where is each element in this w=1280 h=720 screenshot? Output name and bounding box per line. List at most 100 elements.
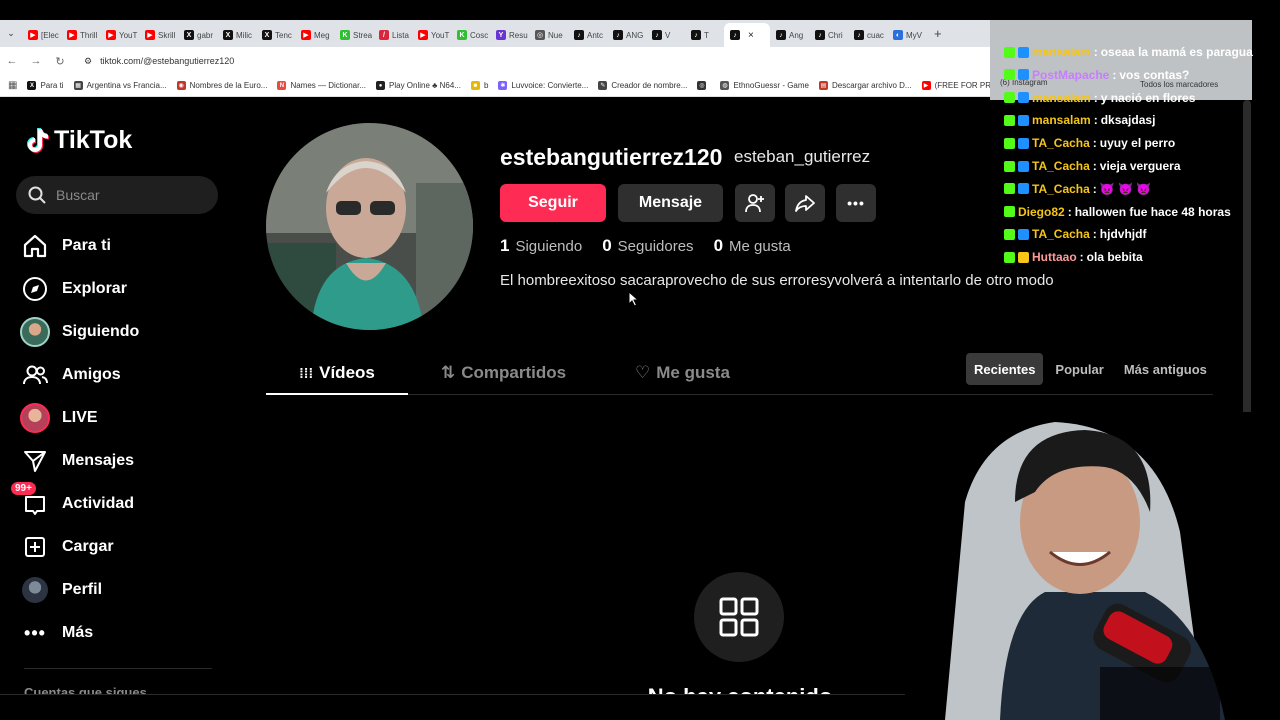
tab-title: Skrill	[158, 30, 176, 40]
browser-tab[interactable]: ▶ Meg	[295, 23, 334, 47]
chat-message: mansalam: oseaa la mamá es paragua	[1004, 42, 1253, 62]
browser-tab[interactable]: ◐ MyV	[887, 23, 926, 47]
tab-title: V	[665, 30, 671, 40]
sidebar-item-siguiendo[interactable]: Siguiendo	[20, 314, 139, 350]
tab-title: Tenc	[275, 30, 292, 40]
browser-tab[interactable]: X Milic	[217, 23, 256, 47]
tab-strip: ▶ [Elec ▶ Thrill ▶ YouT ▶ Skrill Xgabr X Milic X Ten…	[22, 20, 926, 47]
tab-videos[interactable]: ⁞⁞⁞ Vídeos	[266, 352, 408, 395]
browser-tab[interactable]: ♪ ×	[724, 23, 770, 47]
sidebar-item-explorar[interactable]: Explorar	[20, 271, 127, 307]
bookmark-item[interactable]: ▶(FREE FOR PROFIT)	[921, 81, 990, 90]
sort-recent-button[interactable]: Recientes	[966, 353, 1044, 385]
browser-tab[interactable]: ♪ T	[685, 23, 724, 47]
kick-badge-icon	[1004, 46, 1015, 58]
bookmark-item[interactable]: ✎ Creador de nombre...	[598, 81, 687, 90]
tiktok-logo[interactable]: TikTok	[24, 126, 132, 155]
browser-tab[interactable]: ♪ Ang	[770, 23, 809, 47]
chat-separator: :	[1079, 250, 1084, 265]
browser-tab[interactable]: ▶ Skrill	[139, 23, 178, 47]
chat-separator: :	[1093, 113, 1098, 128]
search-input[interactable]: Buscar	[16, 176, 218, 214]
bookmark-favicon-icon: ◉	[176, 81, 186, 90]
subscriber-badge-icon	[1018, 137, 1029, 149]
subscriber-badge-icon	[1018, 114, 1029, 126]
bookmark-item[interactable]: ● Play Online ♣ N64...	[376, 81, 461, 90]
sidebar-item-live[interactable]: LIVE	[20, 400, 98, 436]
sidebar-item-amigos[interactable]: Amigos	[20, 357, 121, 393]
bookmark-item[interactable]: ◉ Nombres de la Euro...	[176, 81, 267, 90]
tab-reposts[interactable]: ⇅ Compartidos	[441, 352, 566, 394]
browser-tab[interactable]: ♪ Antc	[568, 23, 607, 47]
chat-text: hallowen fue hace 48 horas	[1074, 204, 1231, 219]
tab-title: Strea	[353, 30, 373, 40]
address-bar[interactable]: ⚙ tiktok.com/@estebangutierrez120	[78, 51, 978, 71]
sidebar-item-para-ti[interactable]: Para ti	[20, 228, 111, 264]
site-info-icon[interactable]: ⚙	[84, 56, 92, 67]
browser-tab[interactable]: ♪ ANG	[607, 23, 646, 47]
sort-popular-button[interactable]: Popular	[1047, 353, 1111, 385]
sidebar-item-mensajes[interactable]: Mensajes	[20, 443, 134, 479]
chat-text: oseaa la mamá es paragua	[1100, 45, 1253, 59]
tab-liked[interactable]: ♡ Me gusta	[635, 352, 730, 394]
followers-stat[interactable]: 0 Seguidores	[602, 236, 693, 256]
sidebar-item-cargar[interactable]: Cargar	[20, 529, 114, 565]
bookmark-favicon-icon: X	[27, 81, 37, 90]
tab-favicon-icon: ▶	[67, 30, 77, 40]
browser-tab[interactable]: ▶ YouT	[412, 23, 451, 47]
browser-tab[interactable]: Y Resu	[490, 23, 529, 47]
chat-message: TA_Cacha: vieja verguera	[1004, 156, 1181, 176]
more-options-button[interactable]: •••	[836, 184, 876, 222]
bookmark-item[interactable]: ☻ b	[470, 81, 488, 90]
share-button[interactable]	[785, 184, 825, 222]
browser-tab[interactable]: ◎ Nue	[529, 23, 568, 47]
reload-icon[interactable]: ↻	[48, 55, 72, 68]
bookmark-item[interactable]: ◍ EthnoGuessr - Game	[720, 81, 809, 90]
browser-tab[interactable]: ▶ Thrill	[61, 23, 100, 47]
browser-tab[interactable]: Xgabr	[178, 23, 217, 47]
sidebar-item-mas[interactable]: ••• Más	[20, 615, 93, 651]
bookmark-item[interactable]: ◎	[697, 81, 710, 90]
tab-favicon-icon: ♪	[574, 30, 584, 40]
browser-tab[interactable]: X Tenc	[256, 23, 295, 47]
browser-tab[interactable]: K Cosc	[451, 23, 490, 47]
forward-icon[interactable]: →	[24, 55, 48, 67]
profile-avatar[interactable]	[266, 123, 473, 330]
close-tab-icon[interactable]: ×	[748, 30, 754, 41]
apps-grid-icon[interactable]: ▦	[8, 80, 17, 91]
browser-tab[interactable]: / Lista	[373, 23, 412, 47]
tab-favicon-icon: X	[184, 30, 194, 40]
kick-badge-icon	[1004, 183, 1015, 195]
browser-tab[interactable]: ▶ [Elec	[22, 23, 61, 47]
following-stat[interactable]: 1 Siguiendo	[500, 236, 582, 256]
bookmark-item[interactable]: X Para ti	[27, 81, 64, 90]
sidebar-item-perfil[interactable]: Perfil	[20, 572, 102, 608]
bookmark-favicon-icon: ▦	[73, 81, 83, 90]
browser-tab[interactable]: ♪ Chri	[809, 23, 848, 47]
share-arrow-icon	[795, 195, 815, 212]
chat-separator: :	[1093, 45, 1098, 59]
suggested-accounts-button[interactable]	[735, 184, 775, 222]
kick-badge-icon	[1004, 206, 1015, 218]
sidebar-item-actividad[interactable]: 99+ Actividad	[10, 481, 134, 522]
sort-oldest-button[interactable]: Más antiguos	[1116, 353, 1215, 385]
browser-tab[interactable]: K Strea	[334, 23, 373, 47]
compass-icon	[20, 274, 50, 304]
kick-badge-icon	[1004, 69, 1015, 81]
bookmark-item[interactable]: ▦ Argentina vs Francia...	[73, 81, 167, 90]
streamer-webcam	[905, 412, 1280, 720]
browser-tab[interactable]: ▶ YouT	[100, 23, 139, 47]
follow-button[interactable]: Seguir	[500, 184, 606, 222]
chat-username: TA_Cacha	[1032, 181, 1090, 196]
tab-search-dropdown[interactable]: ⌄	[0, 28, 22, 39]
bookmark-item[interactable]: ▤ Descargar archivo D...	[819, 81, 912, 90]
bookmark-favicon-icon: ◍	[720, 81, 730, 90]
new-tab-button[interactable]: +	[926, 26, 950, 41]
bookmark-item[interactable]: ✱ Luvvoice: Convierte...	[498, 81, 588, 90]
browser-tab[interactable]: ♪ cuac	[848, 23, 887, 47]
bookmark-item[interactable]: N Names — Dictionar...	[277, 81, 366, 90]
sort-toggle-group: Recientes Popular Más antiguos	[966, 353, 1215, 385]
message-button[interactable]: Mensaje	[618, 184, 723, 222]
browser-tab[interactable]: ♪ V	[646, 23, 685, 47]
back-icon[interactable]: ←	[0, 55, 24, 67]
